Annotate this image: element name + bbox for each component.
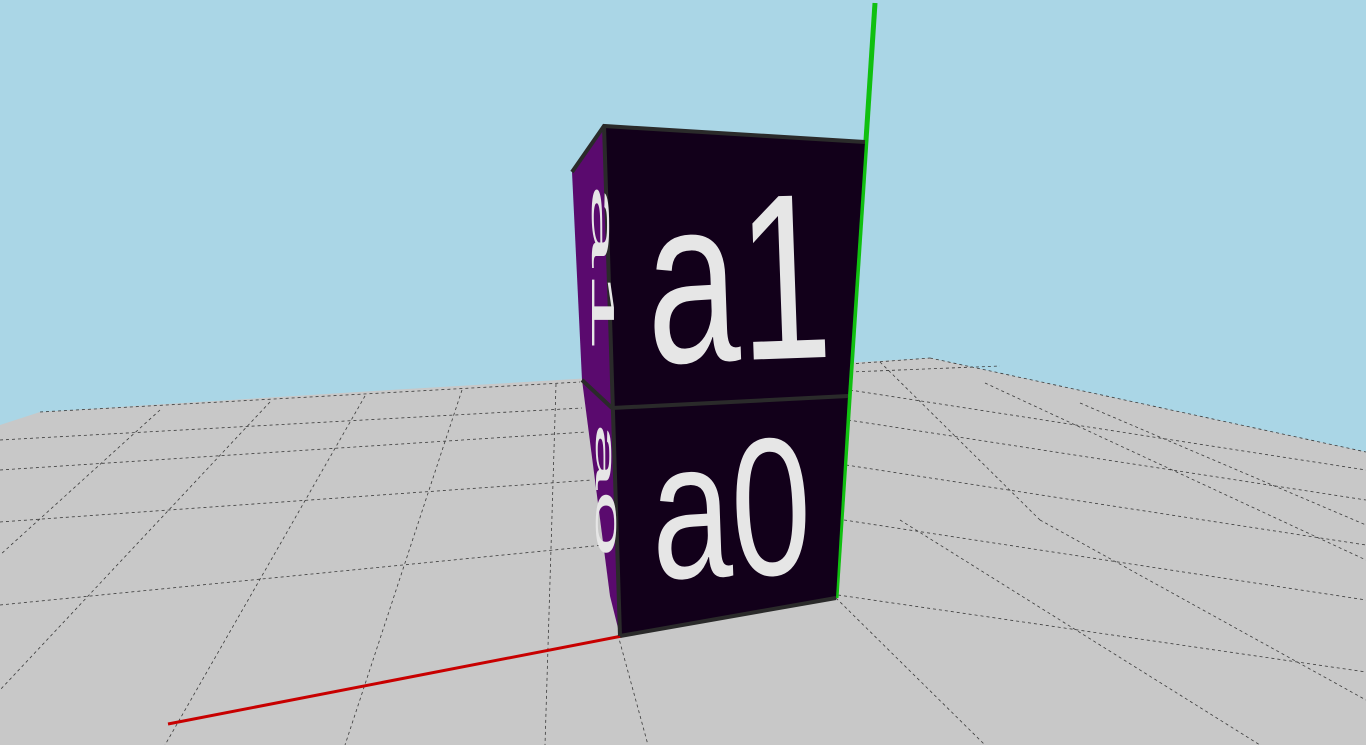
cube-stack[interactable]: a1 a0 a1 a0 — [570, 123, 866, 638]
cube-a0-side-label: a0 — [590, 423, 622, 558]
cube-a1-front-label: a1 — [641, 144, 835, 414]
cube-a0-front-label: a0 — [647, 396, 815, 620]
scene-canvas[interactable]: a1 a0 a1 a0 — [0, 0, 1366, 745]
cube-a1-side-label: a1 — [585, 183, 620, 353]
3d-viewport[interactable]: a1 a0 a1 a0 — [0, 0, 1366, 745]
